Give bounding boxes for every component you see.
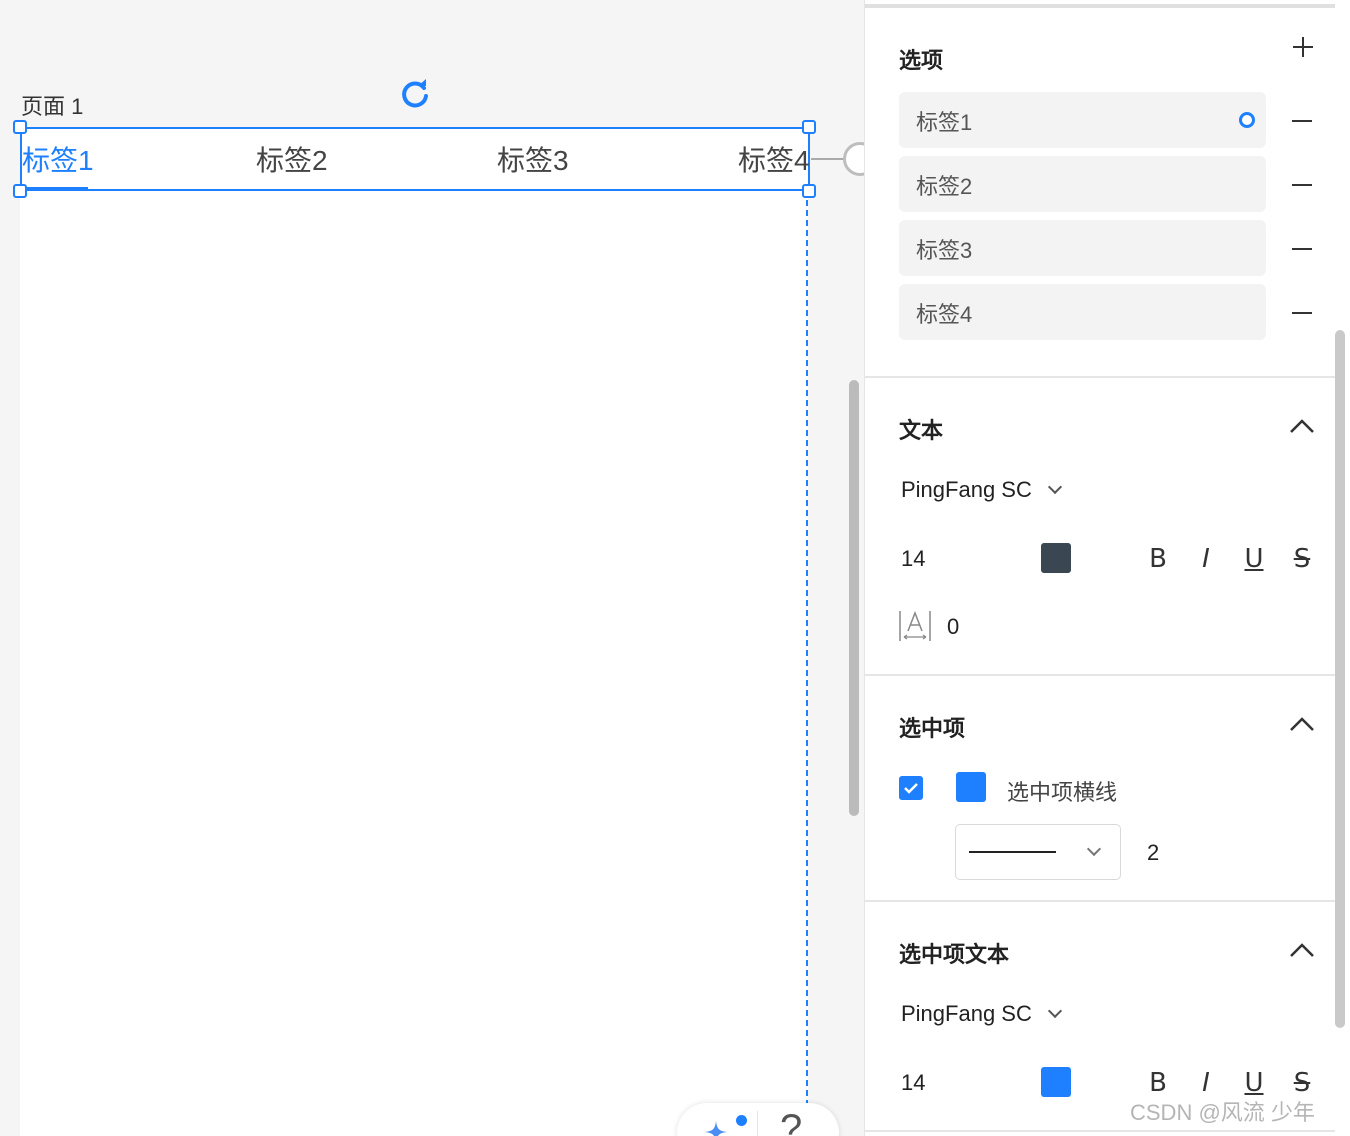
option-item[interactable]: 标签1: [899, 92, 1266, 148]
letter-spacing-input[interactable]: 0: [947, 614, 959, 640]
option-label: 标签1: [916, 110, 973, 135]
chevron-down-icon: [1047, 479, 1062, 495]
italic-button[interactable]: I: [1193, 545, 1219, 573]
option-item[interactable]: 标签3: [899, 220, 1266, 276]
remove-option-3-icon[interactable]: [1292, 248, 1312, 250]
strikethrough-button[interactable]: S: [1289, 545, 1315, 573]
bold-button[interactable]: B: [1145, 545, 1171, 573]
font-family-value: PingFang SC: [901, 1001, 1032, 1026]
underline-color-swatch[interactable]: [956, 772, 986, 802]
collapse-chevron-icon[interactable]: [1289, 716, 1315, 732]
floating-toolbar: ?: [677, 1103, 839, 1136]
option-item[interactable]: 标签4: [899, 284, 1266, 340]
add-option-icon[interactable]: [1292, 36, 1314, 58]
text-section-title: 文本: [899, 418, 944, 443]
check-icon: [904, 783, 918, 794]
strikethrough-button[interactable]: S: [1289, 1069, 1315, 1097]
option-label: 标签2: [916, 174, 973, 199]
tab-3[interactable]: 标签3: [497, 139, 569, 179]
help-icon[interactable]: ?: [780, 1107, 802, 1136]
panel-scrollbar[interactable]: [1335, 330, 1345, 1028]
section-divider: [865, 4, 1335, 8]
canvas-scrollbar[interactable]: [849, 380, 859, 816]
section-divider: [865, 674, 1335, 676]
font-family-select[interactable]: PingFang SC: [901, 1001, 1062, 1027]
page-label: 页面 1: [21, 94, 84, 119]
watermark: CSDN @风流 少年: [1130, 1100, 1315, 1125]
option-item[interactable]: 标签2: [899, 156, 1266, 212]
remove-option-1-icon[interactable]: [1292, 120, 1312, 122]
options-section-title: 选项: [899, 48, 944, 73]
letter-spacing-icon: [899, 610, 931, 641]
selected-item-section-title: 选中项: [899, 716, 966, 741]
section-divider: [865, 900, 1335, 902]
resize-handle-bottom-right[interactable]: [802, 184, 816, 198]
section-divider: [865, 376, 1335, 378]
artboard-guide: [806, 190, 808, 1136]
underline-label: 选中项横线: [1007, 780, 1118, 805]
font-size-input[interactable]: 14: [901, 1070, 925, 1096]
properties-panel: 选项 标签1 标签2 标签3 标签4 文本 PingFang SC 14 B I…: [864, 0, 1350, 1136]
selected-tab-underline: [22, 187, 88, 190]
underline-button[interactable]: U: [1241, 1069, 1267, 1097]
font-family-select[interactable]: PingFang SC: [901, 477, 1062, 503]
remove-option-4-icon[interactable]: [1292, 312, 1312, 314]
collapse-chevron-icon[interactable]: [1289, 942, 1315, 958]
tab-2[interactable]: 标签2: [256, 139, 328, 179]
font-size-input[interactable]: 14: [901, 546, 925, 572]
option-label: 标签3: [916, 238, 973, 263]
collapse-chevron-icon[interactable]: [1289, 418, 1315, 434]
section-divider: [865, 1130, 1335, 1132]
selected-item-text-section-title: 选中项文本: [899, 942, 1010, 967]
toolbar-divider: [757, 1111, 758, 1136]
italic-button[interactable]: I: [1193, 1069, 1219, 1097]
option-label: 标签4: [916, 302, 973, 327]
tab-4[interactable]: 标签4: [738, 139, 810, 179]
default-option-radio[interactable]: [1239, 112, 1255, 128]
text-color-swatch[interactable]: [1041, 543, 1071, 573]
artboard[interactable]: [20, 190, 808, 1136]
line-width-input[interactable]: 2: [1147, 840, 1159, 866]
font-family-value: PingFang SC: [901, 477, 1032, 502]
chevron-down-icon: [1047, 1003, 1062, 1019]
line-style-sample: [969, 851, 1056, 853]
resize-handle-top-right[interactable]: [802, 120, 816, 134]
chevron-down-icon: [1086, 841, 1102, 857]
refresh-icon[interactable]: [398, 77, 432, 111]
remove-option-2-icon[interactable]: [1292, 184, 1312, 186]
connector-line: [811, 158, 845, 160]
resize-handle-top-left[interactable]: [13, 120, 27, 134]
resize-handle-bottom-left[interactable]: [13, 184, 27, 198]
bold-button[interactable]: B: [1145, 1069, 1171, 1097]
ai-sparkle-icon[interactable]: [699, 1115, 733, 1136]
underline-button[interactable]: U: [1241, 545, 1267, 573]
tabs-component[interactable]: 标签1 标签2 标签3 标签4: [20, 127, 810, 191]
design-canvas[interactable]: 页面 1 标签1 标签2 标签3 标签4 ?: [0, 0, 877, 1136]
tab-1[interactable]: 标签1: [22, 139, 94, 179]
selected-text-color-swatch[interactable]: [1041, 1067, 1071, 1097]
line-style-select[interactable]: [955, 824, 1121, 880]
underline-checkbox[interactable]: [899, 776, 923, 800]
notification-dot: [736, 1115, 747, 1126]
